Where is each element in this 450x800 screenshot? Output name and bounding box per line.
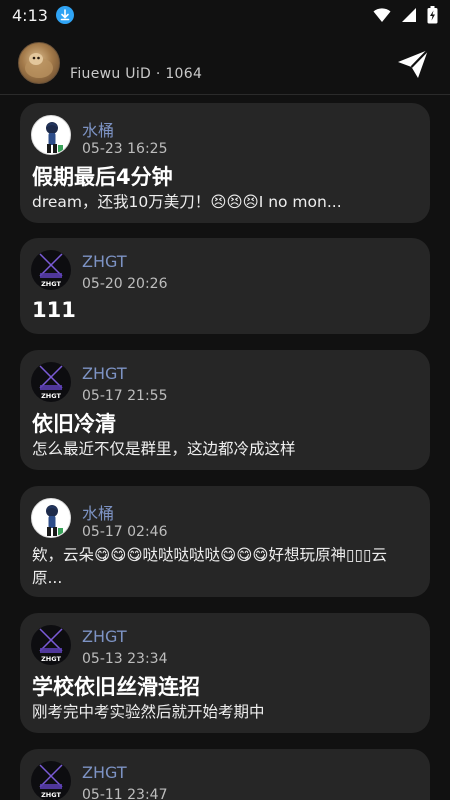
- anime-girl-icon: [46, 505, 63, 536]
- zhgt-avatar[interactable]: ZHGT: [31, 362, 71, 402]
- post-time: 05-11 23:47: [82, 787, 168, 800]
- post-card[interactable]: 水桶 05-23 16:25 假期最后4分钟 dream，还我10万美刀！😣😣😣…: [20, 103, 430, 223]
- post-body: 怎么最近不仅是群里，这边都冷成这样: [32, 440, 296, 458]
- post-author[interactable]: 水桶: [82, 117, 114, 141]
- post-author[interactable]: ZHGT: [82, 364, 127, 383]
- cell-signal-icon: [402, 8, 416, 22]
- post-feed[interactable]: 水桶 05-23 16:25 假期最后4分钟 dream，还我10万美刀！😣😣😣…: [0, 95, 450, 800]
- status-bar: 4:13: [0, 0, 450, 30]
- post-card[interactable]: ZHGT ZHGT 05-11 23:47: [20, 749, 430, 800]
- bucket-avatar[interactable]: [31, 498, 71, 538]
- zhgt-logo-icon: ZHGT: [39, 253, 63, 288]
- bucket-avatar[interactable]: [31, 115, 71, 155]
- zhgt-logo-icon: ZHGT: [39, 764, 63, 799]
- post-time: 05-17 02:46: [82, 524, 168, 540]
- zhgt-avatar[interactable]: ZHGT: [31, 250, 71, 290]
- zhgt-logo-icon: ZHGT: [39, 628, 63, 663]
- user-uid: Fiuewu UiD · 1064: [70, 66, 203, 82]
- svg-text:ZHGT: ZHGT: [41, 655, 61, 663]
- post-title: 依旧冷清: [32, 412, 116, 436]
- post-time: 05-20 20:26: [82, 276, 168, 292]
- svg-text:ZHGT: ZHGT: [41, 791, 61, 799]
- post-body: dream，还我10万美刀！😣😣😣I no mon...: [32, 193, 342, 211]
- post-card[interactable]: ZHGT ZHGT 05-13 23:34 学校依旧丝滑连招 刚考完中考实验然后…: [20, 613, 430, 733]
- download-icon: [55, 6, 74, 24]
- post-card[interactable]: ZHGT ZHGT 05-17 21:55 依旧冷清 怎么最近不仅是群里，这边都…: [20, 350, 430, 470]
- svg-text:ZHGT: ZHGT: [41, 280, 61, 288]
- pet-photo-icon: [25, 53, 53, 78]
- post-author[interactable]: ZHGT: [82, 627, 127, 646]
- paper-plane-icon: [398, 49, 429, 78]
- post-author[interactable]: ZHGT: [82, 763, 127, 782]
- zhgt-avatar[interactable]: ZHGT: [31, 761, 71, 800]
- post-time: 05-23 16:25: [82, 141, 168, 157]
- post-time: 05-13 23:34: [82, 651, 168, 667]
- svg-text:ZHGT: ZHGT: [41, 392, 61, 400]
- wifi-icon: [373, 8, 391, 22]
- post-author[interactable]: ZHGT: [82, 252, 127, 271]
- post-author[interactable]: 水桶: [82, 500, 114, 524]
- post-body: 欸，云朵😋😋😋哒哒哒哒哒😋😋😋好想玩原神▯▯▯云原...: [32, 546, 388, 587]
- post-card[interactable]: 水桶 05-17 02:46 欸，云朵😋😋😋哒哒哒哒哒😋😋😋好想玩原神▯▯▯云原…: [20, 486, 430, 597]
- anime-girl-icon: [46, 122, 63, 153]
- post-body: 刚考完中考实验然后就开始考期中: [32, 703, 265, 721]
- post-time: 05-17 21:55: [82, 388, 168, 404]
- zhgt-logo-icon: ZHGT: [39, 365, 63, 400]
- post-title: 假期最后4分钟: [32, 165, 173, 189]
- app-header: Fiuewu UiD · 1064: [0, 30, 450, 95]
- app-screen: 4:13 Fiuewu UiD · 1064 水桶 05-23 16:25 假期…: [0, 0, 450, 800]
- send-button[interactable]: [396, 48, 430, 80]
- user-avatar[interactable]: [18, 42, 60, 84]
- battery-charging-icon: [427, 6, 438, 24]
- post-title: 学校依旧丝滑连招: [32, 675, 200, 699]
- post-title: 111: [32, 298, 76, 322]
- post-card[interactable]: ZHGT ZHGT 05-20 20:26 111: [20, 238, 430, 334]
- status-time: 4:13: [12, 5, 48, 25]
- zhgt-avatar[interactable]: ZHGT: [31, 625, 71, 665]
